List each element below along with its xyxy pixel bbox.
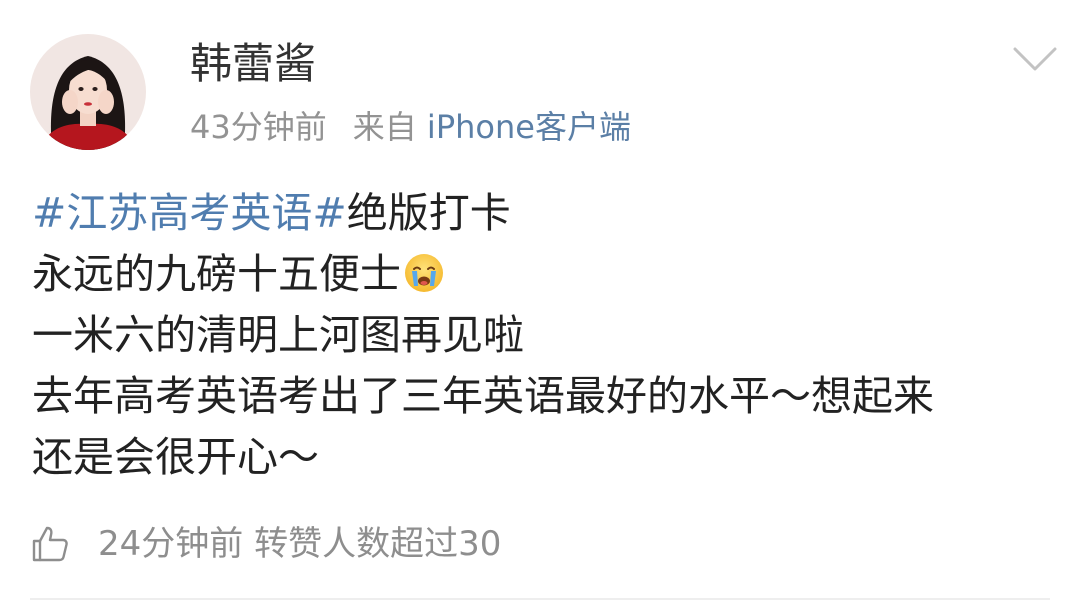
content-line-1: #江苏高考英语#绝版打卡 [32, 183, 1052, 244]
avatar[interactable] [30, 34, 146, 150]
content-line-3: 一米六的清明上河图再见啦 [32, 311, 524, 359]
avatar-image [30, 34, 146, 150]
content-line-1-text: 绝版打卡 [346, 189, 511, 237]
footer-stats: 24分钟前 转赞人数超过30 [98, 524, 502, 564]
content-line-2: 永远的九磅十五便士 [32, 244, 1052, 305]
post-content: #江苏高考英语#绝版打卡 永远的九磅十五便士 一米六的清明上河图再见啦 去年高考… [32, 183, 1052, 488]
content-line-4: 去年高考英语考出了三年英语最好的水平～想起来 [32, 372, 934, 420]
crying-face-emoji-icon [405, 254, 443, 292]
post-meta: 43分钟前 来自 iPhone客户端 [190, 106, 631, 148]
source-prefix: 来自 [352, 108, 417, 146]
source-device[interactable]: iPhone客户端 [427, 108, 631, 146]
content-line-2-text: 永远的九磅十五便士 [32, 250, 401, 298]
thumbs-up-icon[interactable] [30, 524, 70, 564]
chevron-down-icon[interactable] [1012, 44, 1058, 74]
post-time: 43分钟前 [190, 108, 327, 146]
content-line-5: 还是会很开心～ [32, 433, 319, 481]
divider [30, 598, 1050, 600]
weibo-post: 韩蕾酱 43分钟前 来自 iPhone客户端 #江苏高考英语#绝版打卡 永远的九磅… [0, 0, 1080, 602]
username[interactable]: 韩蕾酱 [190, 38, 316, 90]
hashtag-link[interactable]: #江苏高考英语# [32, 189, 347, 237]
